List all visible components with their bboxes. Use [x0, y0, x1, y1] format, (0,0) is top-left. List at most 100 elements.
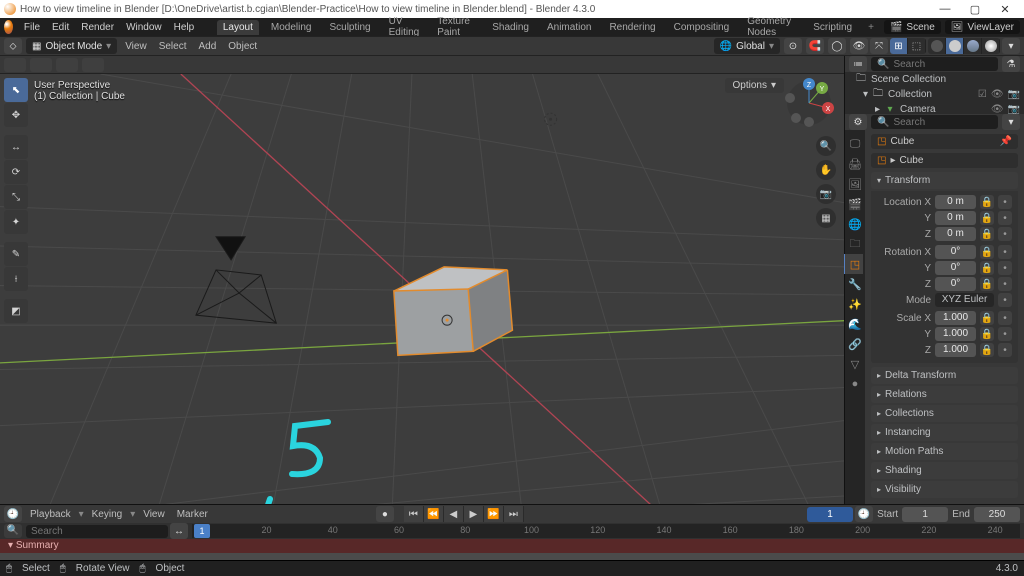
anim-icon[interactable]: • [998, 311, 1012, 325]
outliner-editor-icon[interactable]: ≔ [849, 56, 867, 72]
anim-icon[interactable]: • [998, 195, 1012, 209]
shading-solid[interactable] [946, 38, 964, 54]
timeline-menu-keying[interactable]: Keying [88, 509, 127, 520]
lock-icon[interactable]: 🔒 [980, 343, 994, 357]
outliner-item-camera[interactable]: ▸ ▾Camera👁📷 [845, 102, 1024, 114]
timeline-menu-playback[interactable]: Playback [26, 509, 75, 520]
anim-icon[interactable]: • [998, 277, 1012, 291]
viewlayer-selector[interactable]: 🖼ViewLayer [945, 20, 1020, 34]
view3d-menu-add[interactable]: Add [194, 41, 220, 52]
tab-constraints[interactable]: 🔗 [845, 334, 865, 354]
lock-icon[interactable]: 🔒 [980, 227, 994, 241]
window-close-button[interactable]: ✕ [990, 3, 1020, 16]
menu-render[interactable]: Render [78, 20, 117, 35]
tab-object[interactable]: ◳ [843, 254, 863, 274]
anim-icon[interactable]: • [998, 293, 1012, 307]
timeline-search-input[interactable] [26, 525, 168, 538]
checkbox-icon[interactable]: ☑ [978, 89, 987, 100]
timeline-summary-row[interactable]: ▾ Summary [0, 539, 1024, 553]
jump-end-button[interactable]: ⏭ [504, 506, 524, 522]
proportional-edit-toggle[interactable]: ◯ [828, 38, 846, 54]
zoom-icon[interactable]: 🔍 [816, 136, 836, 156]
window-minimize-button[interactable]: — [930, 3, 960, 15]
play-reverse-button[interactable]: ◀ [444, 506, 464, 522]
lock-icon[interactable]: 🔒 [980, 311, 994, 325]
view3d-menu-view[interactable]: View [121, 41, 151, 52]
end-frame[interactable]: 250 [974, 507, 1020, 522]
workspace-scripting[interactable]: Scripting [807, 20, 858, 35]
orient-selector[interactable]: 🌐Global▾ [714, 38, 780, 54]
gizmo-toggle[interactable]: ⤧ [870, 38, 888, 54]
tool-scale[interactable]: ⤡ [4, 185, 28, 209]
shading-rendered[interactable] [982, 38, 1000, 54]
eye-icon[interactable]: 👁 [991, 89, 1004, 100]
outliner-root[interactable]: 🗀Scene Collection [845, 72, 1024, 87]
properties-options-icon[interactable]: ▾ [1002, 114, 1020, 130]
workspace-rendering[interactable]: Rendering [603, 20, 661, 35]
panel-instancing[interactable]: ▸Instancing [871, 424, 1018, 441]
workspace-shading[interactable]: Shading [486, 20, 535, 35]
tool-select[interactable]: ⬉ [4, 78, 28, 102]
lock-icon[interactable]: 🔒 [980, 261, 994, 275]
jump-start-button[interactable]: ⏮ [404, 506, 424, 522]
snap-toggle[interactable]: 🧲 [806, 38, 824, 54]
location-z[interactable]: 0 m [935, 227, 976, 241]
properties-crumb[interactable]: ◳Cube📌 [871, 134, 1018, 149]
rotation-y[interactable]: 0° [935, 261, 976, 275]
properties-search[interactable]: 🔍Search [871, 115, 998, 129]
tool-cursor[interactable]: ✥ [4, 103, 28, 127]
panel-visibility[interactable]: ▸Visibility [871, 481, 1018, 498]
window-maximize-button[interactable]: ▢ [960, 3, 990, 16]
panel-delta[interactable]: ▸Delta Transform [871, 367, 1018, 384]
camera-view-icon[interactable]: 📷 [816, 184, 836, 204]
panel-transform-header[interactable]: ▾Transform [871, 172, 1018, 189]
menu-edit[interactable]: Edit [49, 20, 72, 35]
keyframe-prev-button[interactable]: ⏪ [424, 506, 444, 522]
menu-file[interactable]: File [21, 20, 43, 35]
lock-icon[interactable]: 🔒 [980, 195, 994, 209]
rotation-x[interactable]: 0° [935, 245, 976, 259]
start-frame[interactable]: 1 [902, 507, 948, 522]
xray-toggle[interactable]: ⬚ [908, 38, 926, 54]
current-frame[interactable]: 1 [807, 507, 853, 522]
anim-icon[interactable]: • [998, 211, 1012, 225]
menu-help[interactable]: Help [171, 20, 198, 35]
eye-icon[interactable]: 👁 [991, 104, 1004, 114]
scale-y[interactable]: 1.000 [935, 327, 976, 341]
anim-icon[interactable]: • [998, 245, 1012, 259]
viewport-3d[interactable]: User Perspective (1) Collection | Cube ⬉… [0, 56, 844, 504]
tool-header-btn[interactable] [56, 58, 78, 72]
properties-crumb2[interactable]: ◳▸ Cube [871, 153, 1018, 168]
tool-rotate[interactable]: ⟳ [4, 160, 28, 184]
playhead[interactable]: 1 [194, 524, 210, 538]
pin-icon[interactable]: 📌 [1000, 136, 1012, 147]
autokey-toggle[interactable]: ● [376, 506, 394, 522]
tab-particles[interactable]: ✨ [845, 294, 865, 314]
pivot-icon[interactable]: ⊙ [784, 38, 802, 54]
view3d-menu-object[interactable]: Object [224, 41, 261, 52]
outliner-filter-icon[interactable]: ⚗ [1002, 56, 1020, 72]
outliner-tree[interactable]: 🗀Scene Collection ▾ 🗀Collection☑👁📷 ▸ ▾Ca… [845, 72, 1024, 114]
overlay-toggle[interactable]: ⊞ [890, 38, 908, 54]
shading-wireframe[interactable] [928, 38, 946, 54]
timeline-editor-icon[interactable]: 🕘 [4, 506, 22, 522]
tool-transform[interactable]: ✦ [4, 210, 28, 234]
tool-move[interactable]: ↔ [4, 135, 28, 159]
view3d-menu-select[interactable]: Select [155, 41, 191, 52]
lock-icon[interactable]: 🔒 [980, 211, 994, 225]
keyframe-next-button[interactable]: ⏩ [484, 506, 504, 522]
tool-measure[interactable]: ⟊ [4, 267, 28, 291]
shading-material[interactable] [964, 38, 982, 54]
lock-icon[interactable]: 🔒 [980, 245, 994, 259]
add-workspace-button[interactable]: + [864, 22, 878, 33]
anim-icon[interactable]: • [998, 227, 1012, 241]
panel-collections[interactable]: ▸Collections [871, 405, 1018, 422]
clock-icon[interactable]: 🕘 [855, 506, 873, 522]
search-icon[interactable]: 🔍 [4, 524, 22, 538]
render-icon[interactable]: 📷 [1008, 89, 1020, 100]
tab-scene[interactable]: 🎬 [845, 194, 865, 214]
editor-type-icon[interactable]: ⬦ [4, 38, 22, 54]
tool-header-btn[interactable] [82, 58, 104, 72]
panel-shading[interactable]: ▸Shading [871, 462, 1018, 479]
workspace-layout[interactable]: Layout [217, 20, 259, 35]
